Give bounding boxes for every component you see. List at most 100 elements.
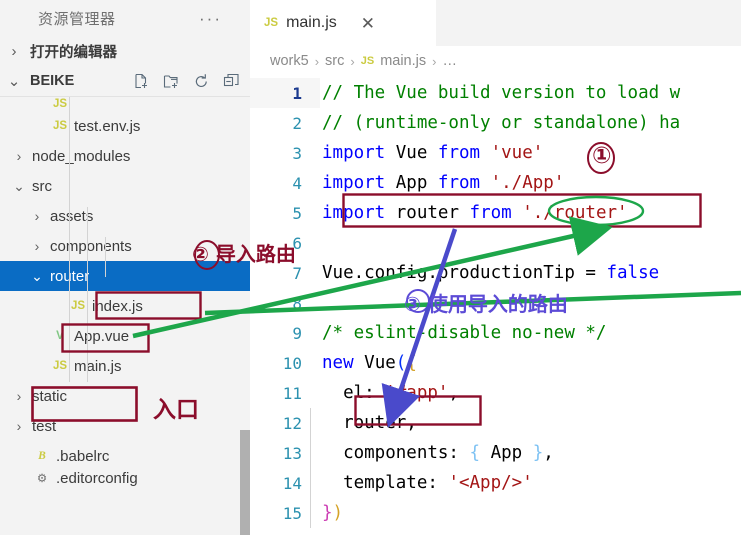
tree-item-.babelrc[interactable]: B .babelrc — [0, 441, 250, 471]
tree-item-static[interactable]: › static — [0, 381, 250, 411]
sidebar-scrollbar[interactable] — [240, 430, 250, 535]
tree-item-label: src — [32, 177, 52, 195]
line-content[interactable]: el: '#app', — [320, 378, 741, 408]
line-content[interactable]: import router from './router' — [320, 198, 741, 228]
tree-item-label: test.env.js — [74, 117, 141, 135]
collapse-all-icon[interactable] — [223, 73, 240, 90]
code-line[interactable]: 3 import Vue from 'vue' — [250, 138, 741, 168]
tree-item-test.env.js[interactable]: JS test.env.js — [0, 111, 250, 141]
section-open-editors-label: 打开的编辑器 — [30, 44, 117, 61]
code-token: 'vue' — [490, 143, 544, 163]
code-token: from — [469, 203, 523, 223]
editor-indent-guide — [310, 408, 311, 528]
section-workspace-root[interactable]: ⌄ BEIKE — [0, 66, 250, 97]
line-content[interactable]: /* eslint-disable no-new */ — [320, 318, 741, 348]
tree-item-label: static — [32, 387, 68, 405]
code-line[interactable]: 5 import router from './router' — [250, 198, 741, 228]
tree-item-App.vue[interactable]: V App.vue — [0, 321, 250, 351]
code-token: Vue.config.productionTip = — [322, 263, 607, 283]
code-token: // (runtime-only or standalone) ha — [322, 113, 681, 133]
code-line[interactable]: 9 /* eslint-disable no-new */ — [250, 318, 741, 348]
line-number: 2 — [292, 113, 302, 133]
breadcrumb-part[interactable]: … — [442, 53, 457, 69]
tree-item-.editorconfig[interactable]: ⚙ .editorconfig — [0, 469, 250, 487]
refresh-icon[interactable] — [193, 73, 210, 90]
tree-item-src[interactable]: ⌄ src — [0, 171, 250, 201]
tree-item-label: index.js — [92, 297, 143, 315]
tree-item-index.js[interactable]: JS index.js — [0, 291, 250, 321]
code-line[interactable]: 16 — [250, 528, 741, 535]
code-line[interactable]: 7 Vue.config.productionTip = false — [250, 258, 741, 288]
code-line[interactable]: 15}) — [250, 498, 741, 528]
line-content[interactable]: import App from './App' — [320, 168, 741, 198]
tree-item-test[interactable]: › test — [0, 411, 250, 441]
close-icon[interactable]: ✕ — [361, 15, 375, 32]
js-file-icon: JS — [264, 17, 279, 29]
tree-item-partial[interactable]: JS — [0, 97, 250, 111]
code-line[interactable]: 6 — [250, 228, 741, 258]
code-line[interactable]: 4 import App from './App' — [250, 168, 741, 198]
line-content[interactable]: new Vue({ — [320, 348, 741, 378]
line-content[interactable]: }) — [320, 498, 741, 528]
tree-item-assets[interactable]: › assets — [0, 201, 250, 231]
tab-main-js[interactable]: JS main.js ✕ — [250, 0, 436, 46]
tree-item-label: .editorconfig — [56, 469, 138, 487]
code-token: el: — [322, 383, 386, 403]
code-line[interactable]: 12 router, — [250, 408, 741, 438]
line-content[interactable]: components: { App }, — [320, 438, 741, 468]
workspace-root-label: BEIKE — [30, 73, 75, 89]
more-actions-icon[interactable]: ··· — [199, 10, 236, 27]
code-token: '#app' — [385, 383, 449, 403]
code-token: /* eslint-disable no-new */ — [322, 323, 607, 343]
code-line[interactable]: 8 — [250, 288, 741, 318]
code-line[interactable]: 2 // (runtime-only or standalone) ha — [250, 108, 741, 138]
tree-item-node_modules[interactable]: › node_modules — [0, 141, 250, 171]
line-number: 10 — [282, 353, 302, 373]
code-token: App — [395, 173, 438, 193]
tree-item-main.js[interactable]: JS main.js — [0, 351, 250, 381]
code-line[interactable]: 11 el: '#app', — [250, 378, 741, 408]
breadcrumb-part[interactable]: src — [325, 53, 344, 69]
code-lines[interactable]: 1 // The Vue build version to load w 2 // (… — [250, 78, 741, 535]
file-tree[interactable]: JS JS test.env.js › node_modules ⌄ src › assets ›… — [0, 97, 250, 535]
code-token: router — [395, 203, 470, 223]
code-token: '<App/>' — [448, 473, 533, 493]
section-open-editors[interactable]: › 打开的编辑器 — [0, 36, 250, 66]
tree-item-label: .babelrc — [56, 447, 110, 465]
js-file-icon: JS — [360, 55, 375, 67]
line-number: 4 — [292, 173, 302, 193]
breadcrumb-part[interactable]: main.js — [380, 53, 426, 69]
line-number: 6 — [292, 233, 302, 253]
line-content[interactable]: // The Vue build version to load w — [320, 78, 741, 108]
line-number: 7 — [292, 263, 302, 283]
line-content[interactable]: router, — [320, 408, 741, 438]
line-content[interactable]: Vue.config.productionTip = false — [320, 258, 741, 288]
code-token: new — [322, 353, 365, 373]
code-token: components: — [322, 443, 470, 463]
line-content[interactable]: template: '<App/>' — [320, 468, 741, 498]
code-line[interactable]: 14 template: '<App/>' — [250, 468, 741, 498]
line-content[interactable]: // (runtime-only or standalone) ha — [320, 108, 741, 138]
vscode-window: 资源管理器 ··· › 打开的编辑器 ⌄ BEIKE JS JS test.en… — [0, 0, 741, 535]
line-number: 8 — [292, 293, 302, 313]
code-line[interactable]: 10 new Vue({ — [250, 348, 741, 378]
code-token: './App' — [490, 173, 565, 193]
line-content[interactable]: import Vue from 'vue' — [320, 138, 741, 168]
line-number: 3 — [292, 143, 302, 163]
code-token: ( — [395, 353, 407, 373]
new-file-icon[interactable] — [133, 73, 150, 90]
line-number: 9 — [292, 323, 302, 343]
breadcrumb[interactable]: work5 › src › JS main.js ›… — [250, 46, 741, 76]
code-line[interactable]: 1 // The Vue build version to load w — [250, 78, 741, 108]
code-line[interactable]: 13 components: { App }, — [250, 438, 741, 468]
tree-item-router[interactable]: ⌄router — [0, 261, 250, 291]
tree-item-components[interactable]: › components — [0, 231, 250, 261]
new-folder-icon[interactable] — [163, 73, 180, 90]
code-token: import — [322, 143, 396, 163]
code-token: template: — [322, 473, 449, 493]
code-editor-pane: JS main.js ✕ work5 › src › JS main.js › … 1 // T… — [250, 0, 741, 535]
explorer-actions — [133, 73, 250, 90]
breadcrumb-part[interactable]: work5 — [270, 53, 309, 69]
code-token: { — [406, 353, 417, 373]
code-token: router, — [322, 413, 417, 433]
